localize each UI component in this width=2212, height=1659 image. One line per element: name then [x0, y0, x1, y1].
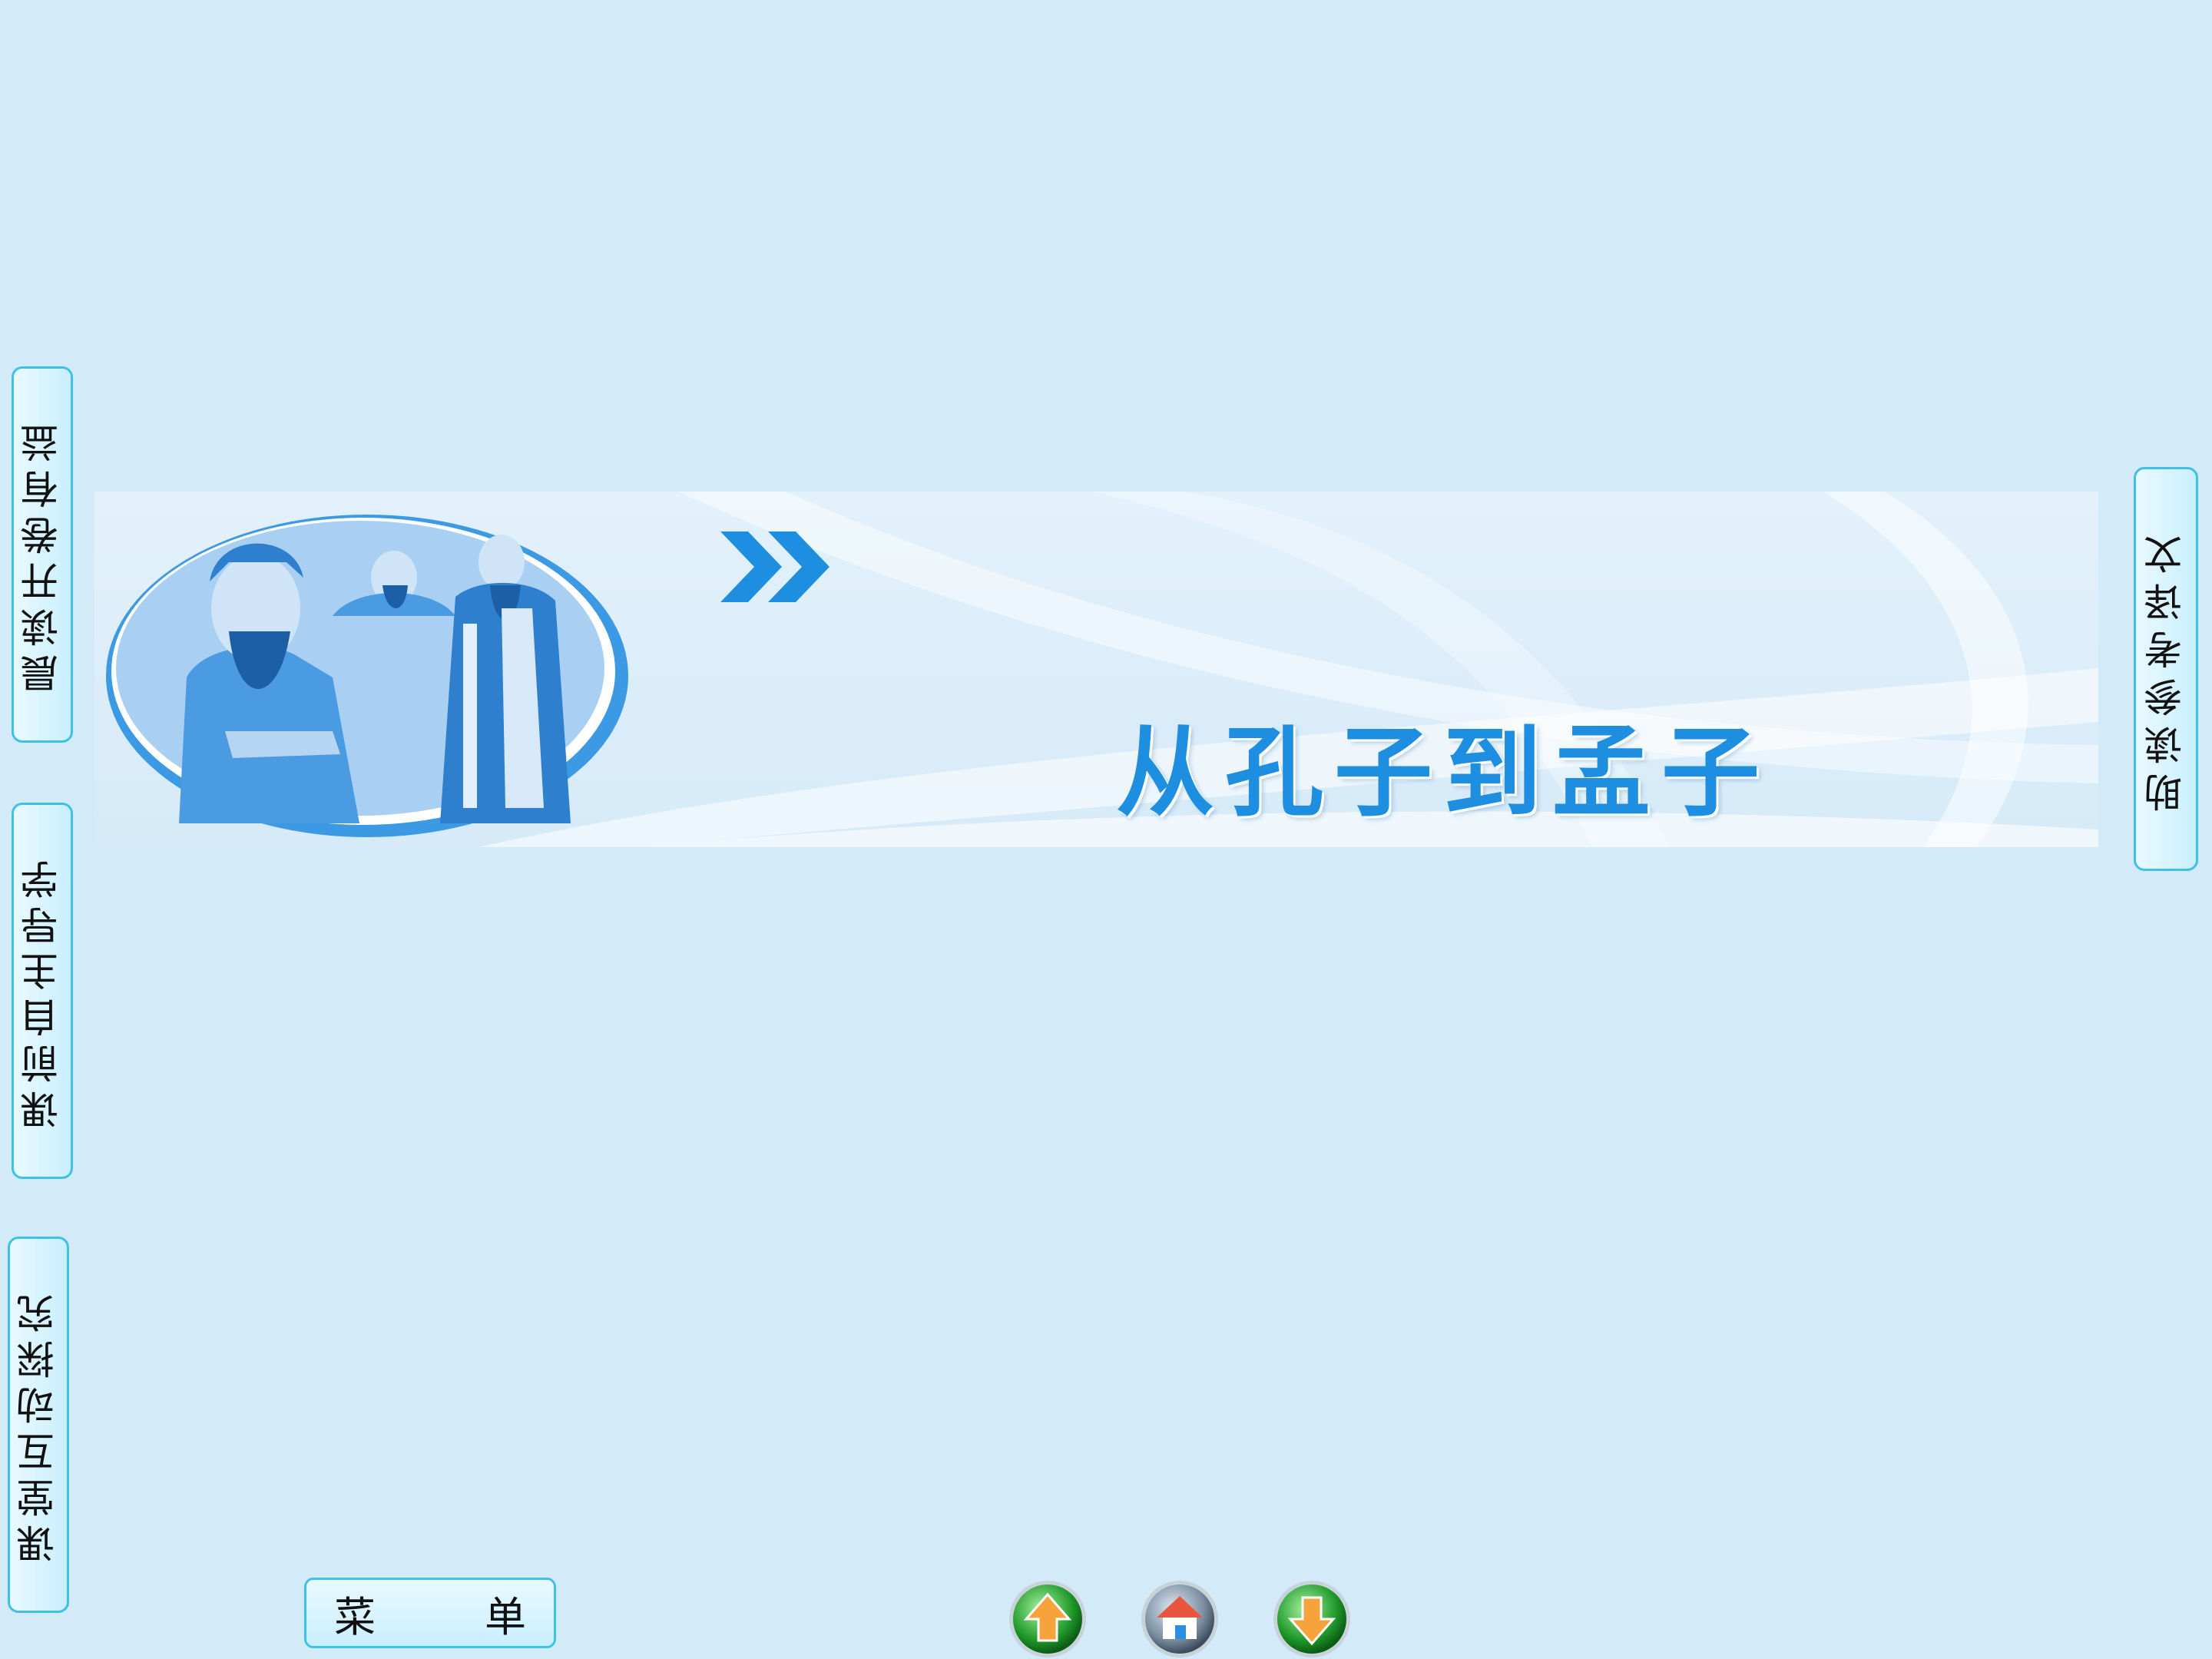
- nav-tab-pre-class-study-label: 课前自主导学: [20, 853, 65, 1129]
- double-chevron-icon: [720, 531, 830, 602]
- nav-tab-classroom-inquiry-label: 课堂互动探究: [16, 1286, 61, 1563]
- lesson-title-banner: 从孔子到孟子: [94, 492, 2098, 847]
- home-button[interactable]: [1140, 1579, 1220, 1659]
- menu-button-label-2: 单: [485, 1592, 526, 1641]
- lesson-title: 从孔子到孟子: [1116, 716, 1771, 830]
- nav-tab-pre-class-study[interactable]: 课前自主导学: [12, 803, 73, 1179]
- nav-tab-morning-reading[interactable]: 晨读开卷有益: [12, 366, 73, 743]
- confucius-mencius-portrait: [106, 515, 628, 837]
- menu-button-label-1: 菜: [334, 1592, 376, 1641]
- nav-tab-classroom-inquiry[interactable]: 课堂互动探究: [8, 1237, 69, 1613]
- nav-tab-reference-translation-label: 助读参考译文: [2144, 526, 2188, 812]
- nav-tab-morning-reading-label: 晨读开卷有益: [20, 416, 65, 693]
- menu-button[interactable]: 菜 单: [304, 1578, 556, 1648]
- nav-tab-reference-translation[interactable]: 助读参考译文: [2134, 467, 2198, 871]
- previous-page-button[interactable]: [1008, 1579, 1088, 1659]
- next-page-button[interactable]: [1272, 1579, 1352, 1659]
